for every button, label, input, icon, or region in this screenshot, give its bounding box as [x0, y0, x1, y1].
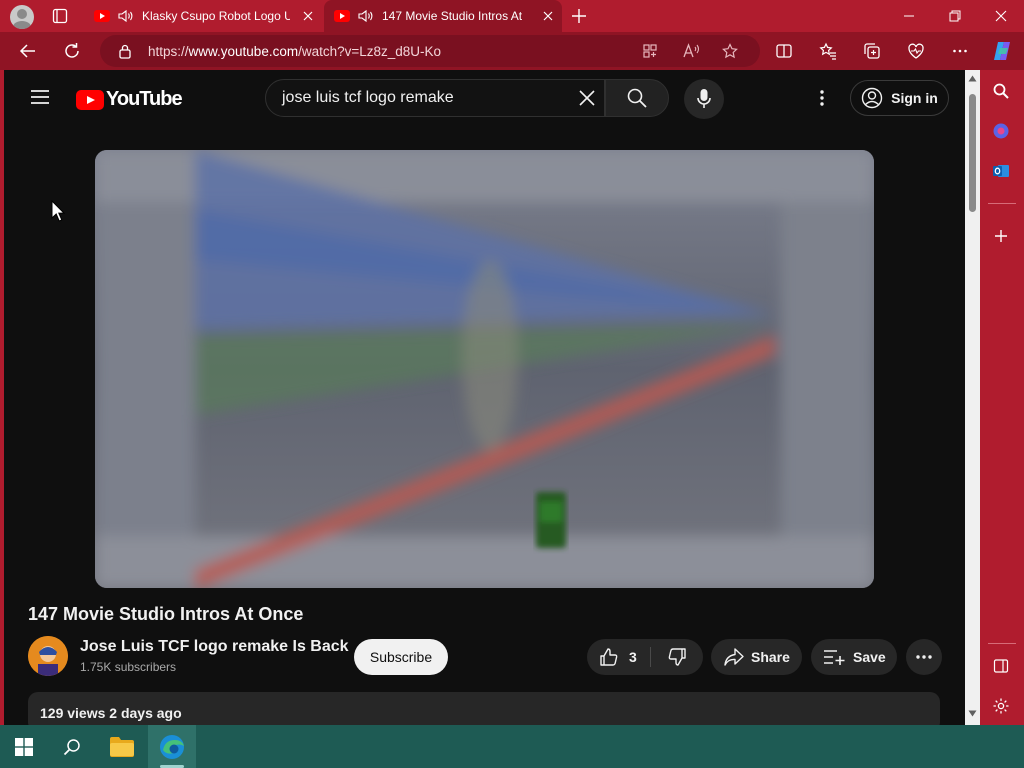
tab-147-movie-studio[interactable]: 147 Movie Studio Intros At: [324, 0, 562, 32]
minimize-button[interactable]: [886, 0, 932, 32]
more-actions-button[interactable]: [906, 639, 942, 675]
hide-sidebar-icon[interactable]: [993, 658, 1009, 674]
share-button[interactable]: Share: [711, 639, 802, 675]
subscriber-count: 1.75K subscribers: [80, 660, 177, 674]
youtube-page: YouTube jose luis tcf logo remake Sign i…: [4, 70, 980, 725]
search-input[interactable]: jose luis tcf logo remake: [265, 79, 605, 117]
back-button[interactable]: [14, 37, 42, 65]
view-count: 129 views: [40, 705, 106, 721]
sidebar-divider: [988, 203, 1016, 204]
sidebar-divider: [988, 643, 1016, 644]
sign-in-label: Sign in: [891, 90, 938, 106]
description-box[interactable]: 129 views 2 days ago: [28, 692, 940, 725]
address-toolbar: https://www.youtube.com/watch?v=Lz8z_d8U…: [0, 32, 1024, 70]
sidebar-settings-icon[interactable]: [992, 697, 1010, 715]
url-domain: www.youtube.com: [188, 44, 299, 59]
youtube-favicon-icon: [334, 10, 350, 22]
youtube-logo[interactable]: YouTube: [76, 88, 183, 111]
tab-title: 147 Movie Studio Intros At: [382, 9, 523, 23]
favorites-button[interactable]: [814, 37, 842, 65]
restore-button[interactable]: [932, 0, 978, 32]
sign-in-button[interactable]: Sign in: [850, 80, 949, 116]
speaker-icon[interactable]: [118, 9, 134, 23]
url-prefix: https://: [148, 44, 189, 59]
search-icon: [63, 738, 81, 756]
share-icon: [723, 647, 745, 667]
account-icon: [861, 87, 883, 109]
edge-sidebar: [980, 70, 1024, 725]
edge-browser-icon: [159, 734, 185, 760]
youtube-logo-text: YouTube: [106, 88, 183, 110]
more-options-button[interactable]: [946, 37, 974, 65]
video-title: 147 Movie Studio Intros At Once: [28, 604, 304, 624]
tab-klasky-csupo[interactable]: Klasky Csupo Robot Logo U: [84, 0, 322, 32]
thumbs-up-icon: [599, 647, 619, 667]
more-horizontal-icon: [915, 654, 933, 660]
video-stats: 129 views 2 days ago: [40, 705, 182, 721]
dislike-button[interactable]: [651, 639, 703, 675]
folder-icon: [109, 736, 135, 758]
search-button[interactable]: [605, 79, 669, 117]
page-scrollbar[interactable]: [965, 70, 980, 725]
save-label: Save: [853, 649, 886, 665]
refresh-button[interactable]: [58, 37, 86, 65]
guide-menu-icon[interactable]: [30, 89, 50, 105]
search-sidebar-icon[interactable]: [992, 82, 1010, 100]
favorite-star-icon[interactable]: [722, 43, 738, 59]
close-tab-icon[interactable]: [300, 8, 316, 24]
new-tab-button[interactable]: [570, 7, 588, 25]
outlook-icon[interactable]: [992, 162, 1010, 180]
tab-title: Klasky Csupo Robot Logo U: [142, 9, 290, 23]
like-count: 3: [629, 649, 637, 665]
like-button[interactable]: 3: [587, 639, 649, 675]
youtube-favicon-icon: [94, 10, 110, 22]
copilot-sidebar-icon[interactable]: [992, 122, 1010, 140]
like-dislike-group: 3: [587, 639, 703, 675]
url-path: /watch?v=Lz8z_d8U-Ko: [298, 44, 442, 59]
start-button[interactable]: [0, 725, 48, 768]
voice-search-button[interactable]: [684, 79, 724, 119]
address-bar[interactable]: https://www.youtube.com/watch?v=Lz8z_d8U…: [100, 35, 760, 67]
upload-date: 2 days ago: [109, 705, 182, 721]
read-aloud-icon[interactable]: [682, 43, 700, 59]
thumbs-down-icon: [667, 647, 687, 667]
youtube-play-icon: [76, 89, 104, 110]
add-to-playlist-icon: [823, 648, 845, 666]
settings-kebab-icon[interactable]: [812, 88, 832, 108]
video-player[interactable]: [95, 150, 874, 588]
clear-search-icon[interactable]: [577, 88, 597, 108]
browser-essentials-button[interactable]: [902, 37, 930, 65]
taskbar-search-button[interactable]: [48, 725, 96, 768]
collections-button[interactable]: [858, 37, 886, 65]
scroll-up-arrow-icon[interactable]: [968, 75, 977, 82]
add-sidebar-app-icon[interactable]: [993, 228, 1009, 244]
search-input-value: jose luis tcf logo remake: [282, 89, 454, 106]
search-icon: [626, 87, 648, 109]
scroll-down-arrow-icon[interactable]: [968, 710, 977, 717]
split-screen-button[interactable]: [770, 37, 798, 65]
microphone-icon: [696, 88, 712, 110]
copilot-icon[interactable]: [988, 37, 1016, 65]
app-available-icon[interactable]: [642, 43, 658, 59]
close-tab-icon[interactable]: [540, 8, 556, 24]
subscribe-button[interactable]: Subscribe: [354, 639, 448, 675]
file-explorer-button[interactable]: [98, 725, 146, 768]
windows-logo-icon: [15, 737, 33, 756]
save-button[interactable]: Save: [811, 639, 897, 675]
edge-taskbar-button[interactable]: [148, 725, 196, 768]
speaker-icon[interactable]: [358, 9, 374, 23]
close-window-button[interactable]: [978, 0, 1024, 32]
channel-avatar[interactable]: [28, 636, 68, 676]
scrollbar-thumb[interactable]: [969, 94, 976, 212]
workspaces-icon[interactable]: [52, 8, 68, 24]
url-text: https://www.youtube.com/watch?v=Lz8z_d8U…: [148, 44, 441, 59]
mouse-cursor-icon: [51, 200, 65, 222]
lock-icon[interactable]: [118, 43, 132, 59]
profile-avatar[interactable]: [10, 5, 34, 29]
video-frame: [95, 150, 874, 588]
channel-name[interactable]: Jose Luis TCF logo remake Is Back: [80, 638, 349, 656]
browser-tab-bar: Klasky Csupo Robot Logo U 147 Movie Stud…: [0, 0, 1024, 32]
windows-taskbar: [0, 725, 1024, 768]
share-label: Share: [751, 649, 790, 665]
